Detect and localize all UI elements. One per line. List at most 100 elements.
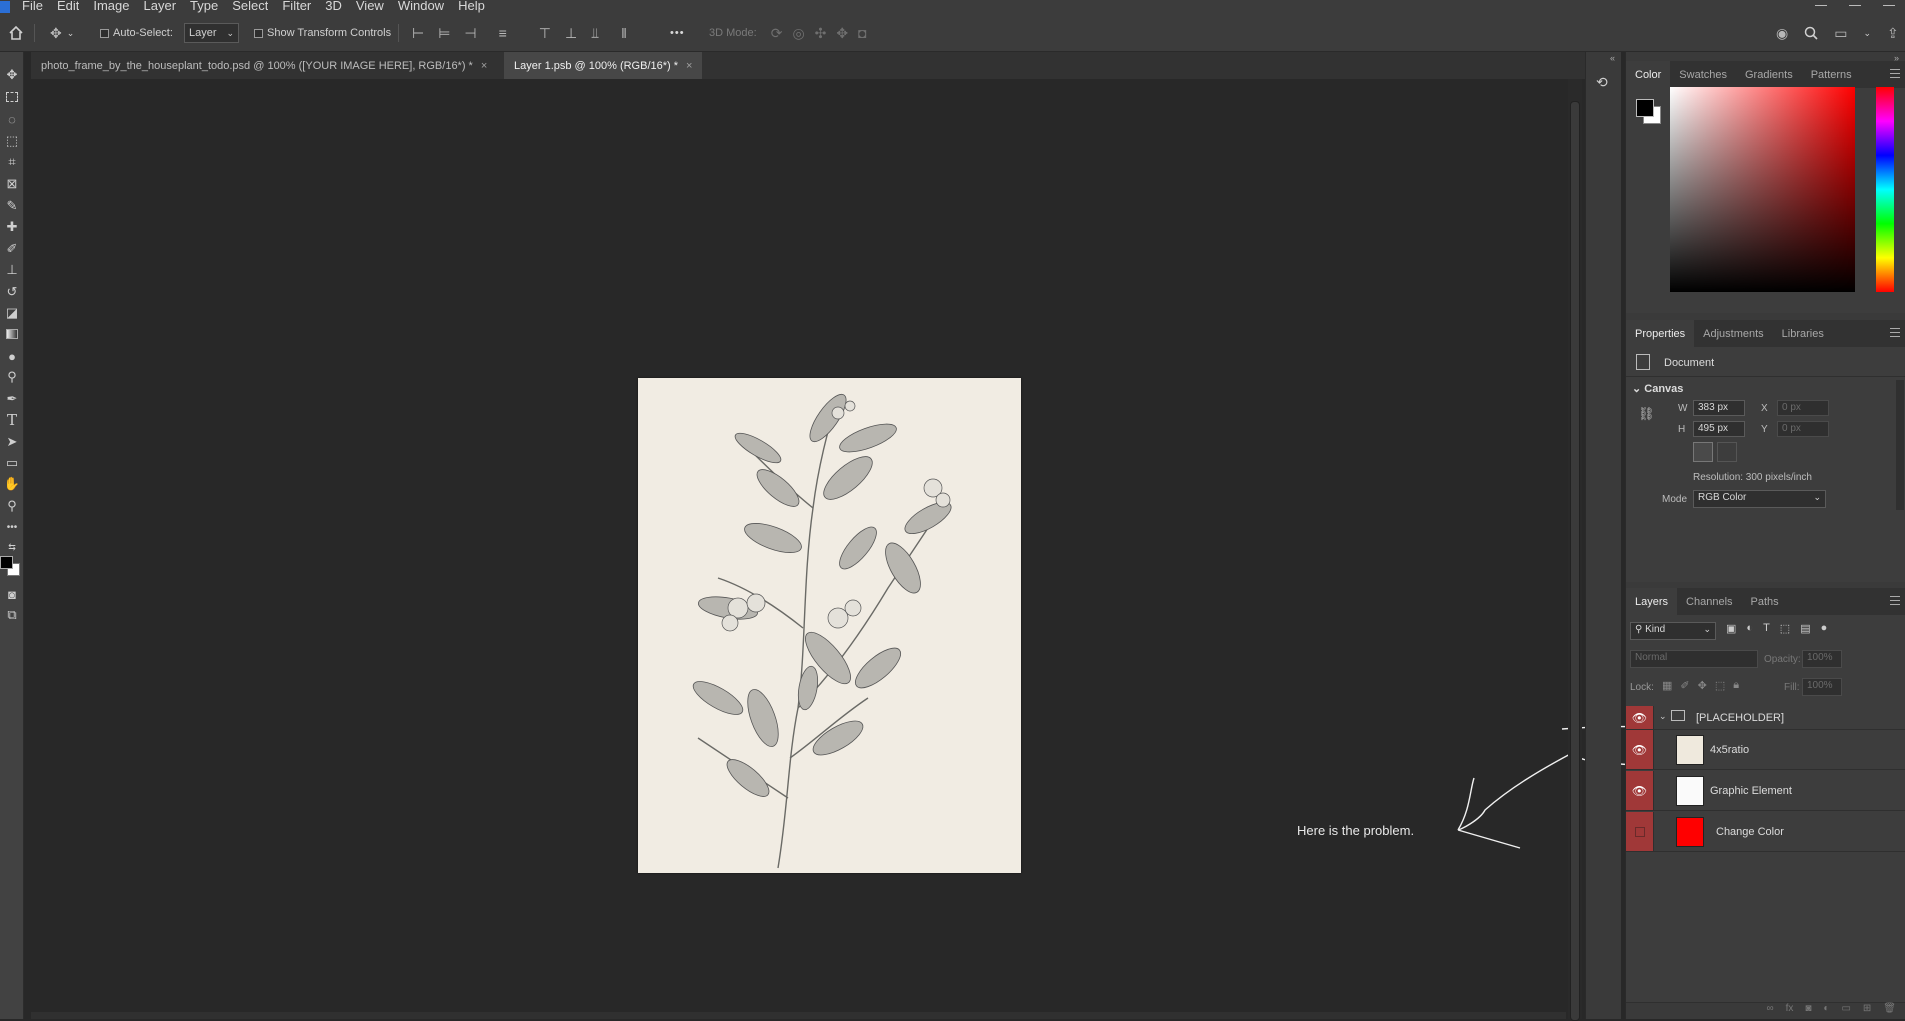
3d-pan-icon[interactable]: ✣ [815, 26, 827, 40]
pen-tool-icon[interactable]: ✒ [3, 390, 21, 408]
fill-field[interactable]: 100% [1802, 678, 1842, 696]
document-tab-photo-frame[interactable]: photo_frame_by_the_houseplant_todo.psd @… [31, 52, 497, 79]
tab-adjustments[interactable]: Adjustments [1694, 320, 1773, 347]
minimize-icon[interactable] [1815, 0, 1827, 6]
tab-swatches[interactable]: Swatches [1670, 61, 1736, 88]
menu-select[interactable]: Select [232, 1, 268, 13]
home-button[interactable] [8, 14, 24, 52]
document-tab-layer1[interactable]: Layer 1.psb @ 100% (RGB/16*) * × [504, 52, 703, 79]
portrait-orientation-icon[interactable] [1693, 442, 1713, 462]
canvas-x-field[interactable]: 0 px [1777, 400, 1829, 416]
eyedropper-tool-icon[interactable]: ✎ [3, 197, 21, 215]
lock-image-icon[interactable]: ✐ [1680, 679, 1689, 692]
filter-toggle-icon[interactable]: ● [1821, 622, 1828, 635]
menu-file[interactable]: File [22, 1, 43, 13]
history-panel-icon[interactable]: ⟲ [1596, 74, 1608, 91]
3d-orbit-icon[interactable]: ⟳ [771, 26, 783, 40]
menu-filter[interactable]: Filter [282, 1, 311, 13]
canvas-width-field[interactable]: 383 px [1693, 400, 1745, 416]
lock-position-icon[interactable]: ✥ [1698, 679, 1707, 692]
lasso-tool-icon[interactable]: ◌ [3, 110, 21, 128]
path-select-tool-icon[interactable]: ➤ [3, 433, 21, 451]
workspace-icon[interactable]: ▭ [1834, 26, 1847, 40]
properties-scrollbar[interactable] [1896, 380, 1904, 510]
hue-slider[interactable] [1876, 87, 1894, 292]
share-person-icon[interactable]: ◉ [1776, 26, 1788, 40]
rectangle-tool-icon[interactable]: ▭ [3, 454, 21, 472]
crop-tool-icon[interactable]: ⌗ [3, 153, 21, 171]
menu-3d[interactable]: 3D [325, 1, 342, 13]
visibility-eye-icon[interactable]: 👁︎ [1626, 771, 1654, 810]
align-bottom-icon[interactable]: ⫫ [591, 26, 599, 40]
move-tool-preset[interactable]: ✥ ⌄ [50, 14, 74, 52]
distribute-icon[interactable]: ≡ [499, 26, 507, 40]
close-tab-icon[interactable]: × [481, 60, 487, 72]
add-mask-icon[interactable]: ◙ [1805, 1003, 1811, 1019]
hand-tool-icon[interactable]: ✋ [3, 475, 21, 493]
document-canvas[interactable] [638, 378, 1021, 873]
history-brush-tool-icon[interactable]: ↺ [3, 283, 21, 301]
layer-row-placeholder-group[interactable]: 👁︎ ⌄ [PLACEHOLDER] [1626, 706, 1905, 730]
horizontal-scrollbar[interactable] [31, 1012, 1566, 1019]
panel-menu-icon[interactable] [1890, 69, 1900, 78]
tab-layers[interactable]: Layers [1626, 588, 1678, 615]
zoom-tool-icon[interactable]: ⚲ [3, 497, 21, 515]
align-left-icon[interactable]: ⊢ [412, 26, 424, 40]
3d-roll-icon[interactable]: ◎ [792, 26, 804, 40]
adjustment-filter-icon[interactable]: ◐ [1746, 622, 1753, 635]
new-layer-icon[interactable]: ⊞ [1863, 1003, 1871, 1019]
shape-filter-icon[interactable]: ⬚ [1780, 622, 1790, 635]
type-filter-icon[interactable]: T [1763, 622, 1770, 635]
show-transform-controls-checkbox[interactable]: Show Transform Controls [254, 14, 391, 52]
tab-properties[interactable]: Properties [1626, 320, 1695, 347]
align-right-icon[interactable]: ⊣ [464, 26, 476, 40]
layer-row-4x5ratio[interactable]: 👁︎ 4x5ratio [1626, 730, 1905, 770]
color-mode-select[interactable]: RGB Color ⌄ [1693, 490, 1826, 508]
layer-row-graphic-element[interactable]: 👁︎ Graphic Element [1626, 771, 1905, 811]
link-layers-icon[interactable]: ∞ [1766, 1003, 1773, 1019]
panel-menu-icon[interactable] [1890, 596, 1900, 605]
collapse-arrows-icon[interactable]: « [1610, 53, 1615, 63]
lock-transparent-icon[interactable]: ▦ [1662, 679, 1672, 692]
align-hcenter-icon[interactable]: ⊨ [438, 26, 450, 40]
tab-color[interactable]: Color [1626, 61, 1671, 88]
align-vcenter-icon[interactable]: ⊥ [565, 26, 577, 40]
visibility-eye-icon[interactable]: 👁︎ [1626, 730, 1654, 769]
layer-style-icon[interactable]: fx [1786, 1003, 1794, 1019]
3d-slide-icon[interactable]: ✥ [836, 26, 848, 40]
dodge-tool-icon[interactable]: ⚲ [3, 368, 21, 386]
new-group-icon[interactable]: ▭ [1841, 1003, 1850, 1019]
share-export-icon[interactable]: ⇪ [1887, 26, 1899, 40]
smart-object-filter-icon[interactable]: ▤ [1800, 622, 1810, 635]
tab-gradients[interactable]: Gradients [1736, 61, 1802, 88]
marquee-tool-icon[interactable] [3, 88, 21, 106]
distribute-vertical-icon[interactable]: ‖ [621, 26, 627, 40]
align-top-icon[interactable]: ⊤ [539, 26, 551, 40]
opacity-field[interactable]: 100% [1802, 650, 1842, 668]
eraser-tool-icon[interactable]: ◪ [3, 304, 21, 322]
visibility-eye-icon[interactable]: 👁︎ [1626, 706, 1654, 729]
close-window-icon[interactable] [1883, 0, 1895, 6]
gradient-tool-icon[interactable] [3, 325, 21, 343]
visibility-toggle-empty[interactable] [1626, 812, 1654, 851]
adjustment-layer-icon[interactable]: ◐ [1823, 1003, 1829, 1019]
menu-view[interactable]: View [356, 1, 384, 13]
swap-colors-icon[interactable]: ⇆ [3, 538, 21, 556]
foreground-color-swatch[interactable] [0, 556, 13, 569]
more-tools-icon[interactable]: ••• [3, 518, 21, 536]
tab-libraries[interactable]: Libraries [1773, 320, 1833, 347]
layer-filter-kind-select[interactable]: ⚲ Kind ⌄ [1630, 622, 1716, 640]
menu-edit[interactable]: Edit [57, 1, 79, 13]
frame-tool-icon[interactable]: ⊠ [3, 175, 21, 193]
menu-help[interactable]: Help [458, 1, 485, 13]
vertical-scrollbar[interactable] [1568, 79, 1582, 1021]
blend-mode-select[interactable]: Normal [1630, 650, 1758, 668]
panel-menu-icon[interactable] [1890, 328, 1900, 337]
object-select-tool-icon[interactable]: ⬚ [3, 132, 21, 150]
auto-select-target-select[interactable]: Layer ⌄ [184, 23, 240, 43]
canvas-area[interactable]: Here is the problem. [31, 79, 1566, 1019]
landscape-orientation-icon[interactable] [1717, 442, 1737, 462]
healing-brush-tool-icon[interactable]: ✚ [3, 218, 21, 236]
canvas-section-header[interactable]: ⌄ Canvas [1632, 382, 1683, 395]
layer-row-change-color[interactable]: Change Color [1626, 812, 1905, 852]
